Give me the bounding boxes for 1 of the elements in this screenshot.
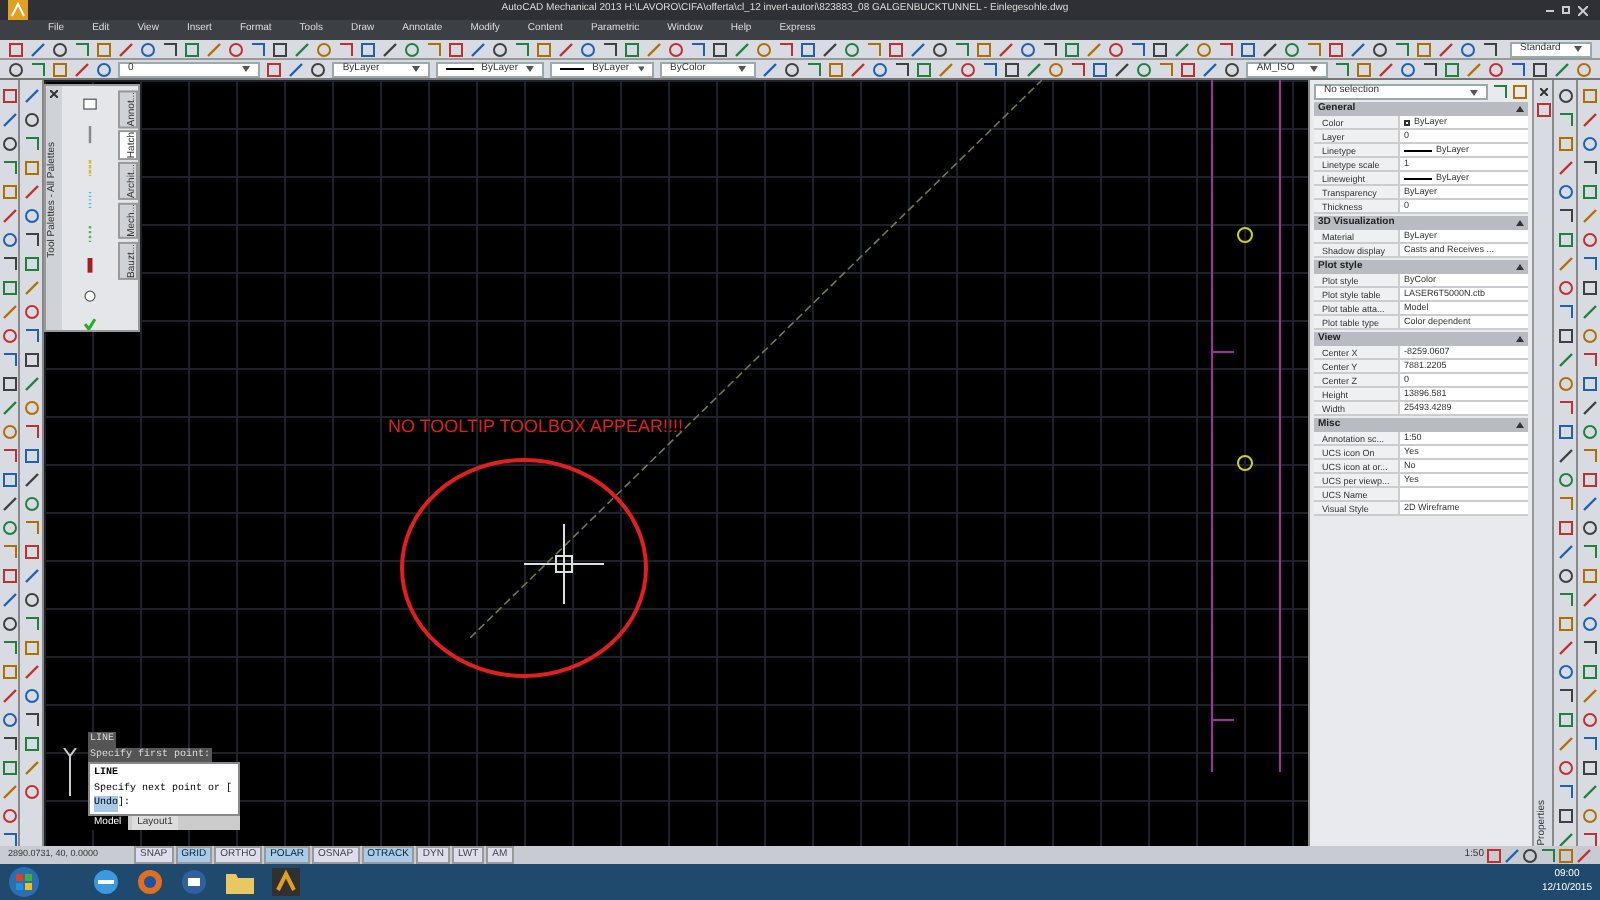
annotation-text: NO TOOLTIP TOOLBOX APPEAR!!!! (388, 414, 684, 440)
